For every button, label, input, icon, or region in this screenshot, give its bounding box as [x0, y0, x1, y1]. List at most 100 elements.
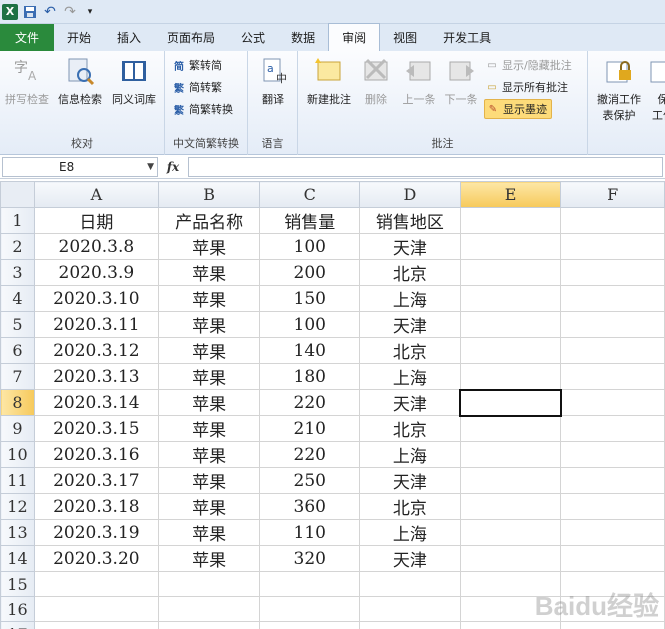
show-ink-button[interactable]: ✎ 显示墨迹 — [484, 99, 552, 119]
cell-d2[interactable]: 天津 — [359, 233, 461, 260]
cell-a3[interactable]: 2020.3.9 — [33, 259, 159, 286]
cell-f4[interactable] — [560, 285, 665, 312]
cell-a1[interactable]: 日期 — [33, 207, 159, 234]
cell-a14[interactable]: 2020.3.20 — [33, 545, 159, 572]
cell-f13[interactable] — [560, 519, 665, 546]
row-header[interactable]: 6 — [0, 337, 35, 364]
cell-b1[interactable]: 产品名称 — [157, 207, 261, 234]
row-header[interactable]: 12 — [0, 493, 35, 520]
redo-icon[interactable]: ↷ — [62, 4, 78, 20]
cell-b8[interactable]: 苹果 — [157, 389, 261, 416]
column-header-e[interactable]: E — [459, 181, 562, 208]
cell-c15[interactable] — [259, 571, 361, 597]
cell-a11[interactable]: 2020.3.17 — [33, 467, 159, 494]
cell-b7[interactable]: 苹果 — [157, 363, 261, 390]
protect-workbook-button[interactable]: 保 工作 — [648, 55, 665, 123]
cell-e12[interactable] — [459, 493, 562, 520]
tab-file[interactable]: 文件 — [0, 24, 54, 51]
cell-f11[interactable] — [560, 467, 665, 494]
cell-b13[interactable]: 苹果 — [157, 519, 261, 546]
thesaurus-button[interactable]: 同义词库 — [108, 55, 160, 107]
to-simplified-button[interactable]: 简 繁转简 — [171, 55, 222, 75]
cell-c5[interactable]: 100 — [259, 311, 361, 338]
row-header[interactable]: 8 — [0, 389, 35, 416]
cell-c7[interactable]: 180 — [259, 363, 361, 390]
row-header[interactable]: 10 — [0, 441, 35, 468]
next-comment-button[interactable]: 下一条 — [440, 55, 482, 107]
cell-c8[interactable]: 220 — [259, 389, 361, 416]
cell-d7[interactable]: 上海 — [359, 363, 461, 390]
cell-d11[interactable]: 天津 — [359, 467, 461, 494]
convert-button[interactable]: 繁 简繁转换 — [171, 99, 233, 119]
cell-d14[interactable]: 天津 — [359, 545, 461, 572]
show-all-comments-button[interactable]: ▭ 显示所有批注 — [484, 77, 568, 97]
column-header-d[interactable]: D — [359, 181, 461, 208]
cell-c4[interactable]: 150 — [259, 285, 361, 312]
cell-c6[interactable]: 140 — [259, 337, 361, 364]
cell-c13[interactable]: 110 — [259, 519, 361, 546]
cell-d3[interactable]: 北京 — [359, 259, 461, 286]
cell-d13[interactable]: 上海 — [359, 519, 461, 546]
unprotect-sheet-button[interactable]: 撤消工作 表保护 — [592, 55, 646, 123]
cell-c12[interactable]: 360 — [259, 493, 361, 520]
column-header-f[interactable]: F — [560, 181, 665, 208]
cell-c16[interactable] — [259, 596, 361, 622]
excel-logo-icon[interactable]: X — [2, 3, 18, 20]
cell-e2[interactable] — [459, 233, 562, 260]
row-header[interactable]: 17 — [0, 621, 35, 629]
row-header[interactable]: 13 — [0, 519, 35, 546]
cell-f14[interactable] — [560, 545, 665, 572]
cell-e4[interactable] — [459, 285, 562, 312]
row-header[interactable]: 5 — [0, 311, 35, 338]
chevron-down-icon[interactable]: ▼ — [147, 162, 154, 172]
cell-b2[interactable]: 苹果 — [157, 233, 261, 260]
cell-e7[interactable] — [459, 363, 562, 390]
cell-a16[interactable] — [33, 596, 159, 622]
research-button[interactable]: 信息检索 — [56, 55, 104, 107]
cell-e5[interactable] — [459, 311, 562, 338]
tab-review[interactable]: 审阅 — [328, 23, 381, 51]
row-header[interactable]: 1 — [0, 207, 35, 234]
cell-e14[interactable] — [459, 545, 562, 572]
show-hide-comment-button[interactable]: ▭ 显示/隐藏批注 — [484, 55, 571, 75]
cell-d1[interactable]: 销售地区 — [359, 207, 461, 234]
cell-d17[interactable] — [359, 621, 461, 629]
cell-e3[interactable] — [459, 259, 562, 286]
formula-input[interactable] — [188, 156, 663, 177]
cell-a4[interactable]: 2020.3.10 — [33, 285, 159, 312]
cell-b12[interactable]: 苹果 — [157, 493, 261, 520]
cell-a12[interactable]: 2020.3.18 — [33, 493, 159, 520]
to-traditional-button[interactable]: 繁 简转繁 — [171, 77, 222, 97]
undo-icon[interactable]: ↶ — [42, 4, 58, 20]
cell-d9[interactable]: 北京 — [359, 415, 461, 442]
cell-e17[interactable] — [459, 621, 562, 629]
tab-formulas[interactable]: 公式 — [228, 24, 278, 51]
cell-f8[interactable] — [560, 389, 665, 416]
cell-e16[interactable] — [459, 596, 562, 622]
cell-b14[interactable]: 苹果 — [157, 545, 261, 572]
cell-e11[interactable] — [459, 467, 562, 494]
cell-b6[interactable]: 苹果 — [157, 337, 261, 364]
cell-d12[interactable]: 北京 — [359, 493, 461, 520]
cell-b10[interactable]: 苹果 — [157, 441, 261, 468]
cell-e15[interactable] — [459, 571, 562, 597]
cell-b5[interactable]: 苹果 — [157, 311, 261, 338]
cell-c11[interactable]: 250 — [259, 467, 361, 494]
tab-page-layout[interactable]: 页面布局 — [154, 24, 228, 51]
cell-f12[interactable] — [560, 493, 665, 520]
cell-f1[interactable] — [560, 207, 665, 234]
column-header-c[interactable]: C — [259, 181, 361, 208]
row-header[interactable]: 15 — [0, 571, 35, 597]
cell-e13[interactable] — [459, 519, 562, 546]
cell-a9[interactable]: 2020.3.15 — [33, 415, 159, 442]
cell-b3[interactable]: 苹果 — [157, 259, 261, 286]
cell-b11[interactable]: 苹果 — [157, 467, 261, 494]
cell-e9[interactable] — [459, 415, 562, 442]
cell-e10[interactable] — [459, 441, 562, 468]
delete-comment-button[interactable]: 删除 — [358, 55, 394, 107]
save-icon[interactable] — [22, 4, 38, 20]
cell-a2[interactable]: 2020.3.8 — [33, 233, 159, 260]
cell-d8[interactable]: 天津 — [359, 389, 461, 416]
cell-c14[interactable]: 320 — [259, 545, 361, 572]
cell-a7[interactable]: 2020.3.13 — [33, 363, 159, 390]
